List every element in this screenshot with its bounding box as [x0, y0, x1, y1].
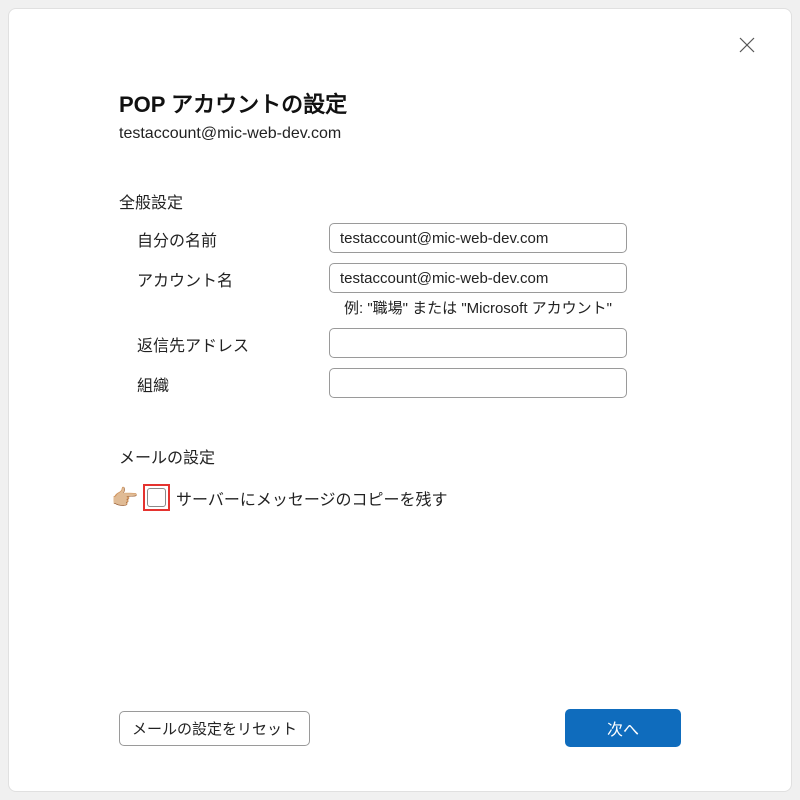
label-account-name: アカウント名	[119, 263, 329, 291]
dialog-footer: メールの設定をリセット 次へ	[119, 709, 681, 747]
mail-section-label: メールの設定	[119, 444, 681, 468]
checkbox-leave-copy[interactable]	[147, 488, 166, 507]
label-organization: 組織	[119, 368, 329, 396]
input-display-name[interactable]	[329, 223, 627, 253]
input-account-name[interactable]	[329, 263, 627, 293]
row-account-name: アカウント名 例: "職場" または "Microsoft アカウント"	[119, 263, 681, 318]
close-icon	[739, 37, 755, 53]
row-organization: 組織	[119, 368, 681, 398]
input-reply-to[interactable]	[329, 328, 627, 358]
next-button[interactable]: 次へ	[565, 709, 681, 747]
account-name-hint: 例: "職場" または "Microsoft アカウント"	[344, 297, 681, 318]
row-reply-to: 返信先アドレス	[119, 328, 681, 358]
close-button[interactable]	[733, 31, 761, 59]
label-display-name: 自分の名前	[119, 223, 329, 251]
general-section-label: 全般設定	[119, 189, 681, 213]
row-display-name: 自分の名前	[119, 223, 681, 253]
label-reply-to: 返信先アドレス	[119, 328, 329, 356]
checkbox-highlight-annotation	[143, 484, 170, 511]
dialog-title: POP アカウントの設定	[119, 87, 681, 119]
account-email: testaccount@mic-web-dev.com	[119, 125, 681, 143]
row-leave-copy: 👉🏼 サーバーにメッセージのコピーを残す	[119, 484, 681, 511]
pop-account-settings-dialog: POP アカウントの設定 testaccount@mic-web-dev.com…	[8, 8, 792, 792]
pointing-hand-icon: 👉🏼	[111, 487, 138, 509]
input-organization[interactable]	[329, 368, 627, 398]
label-leave-copy: サーバーにメッセージのコピーを残す	[176, 486, 448, 510]
reset-mail-settings-button[interactable]: メールの設定をリセット	[119, 711, 310, 746]
